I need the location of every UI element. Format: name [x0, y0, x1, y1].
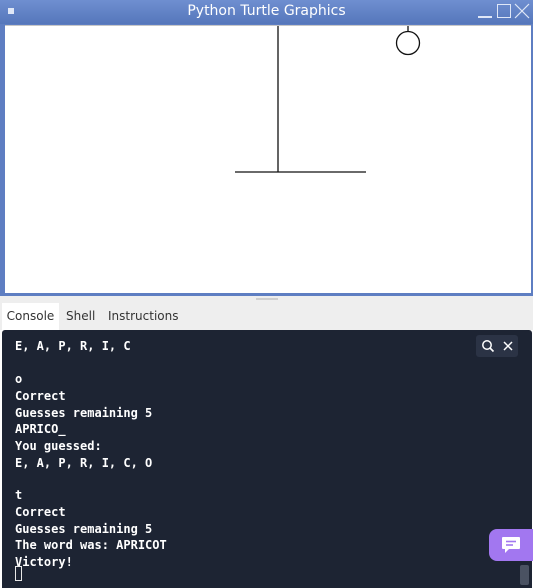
- splitter-grip[interactable]: [256, 298, 278, 300]
- hangman-head: [395, 30, 421, 56]
- panel-splitter[interactable]: [0, 296, 533, 303]
- window-titlebar[interactable]: Python Turtle Graphics: [0, 0, 533, 24]
- chat-button[interactable]: [489, 529, 533, 561]
- console-scrollbar[interactable]: [520, 565, 529, 585]
- console-input-cursor[interactable]: [15, 566, 22, 581]
- close-icon[interactable]: [502, 340, 514, 352]
- turtle-graphics-window: Python Turtle Graphics: [0, 0, 533, 296]
- console-line: The word was: APRICOT: [15, 538, 167, 552]
- console-line: Guesses remaining 5: [15, 522, 153, 536]
- console-line: o: [15, 372, 23, 386]
- tab-shell[interactable]: Shell: [66, 303, 95, 330]
- console-panel[interactable]: E, A, P, R, I, C o Correct Guesses remai…: [2, 330, 532, 588]
- console-line: Victory!: [15, 555, 73, 569]
- turtle-canvas[interactable]: [5, 25, 531, 293]
- console-line: t: [15, 488, 23, 502]
- maximize-button[interactable]: [496, 3, 512, 19]
- chat-icon: [502, 537, 520, 553]
- window-title: Python Turtle Graphics: [187, 3, 346, 19]
- console-line: Correct: [15, 505, 66, 519]
- window-close-button[interactable]: [514, 3, 530, 19]
- console-line: E, A, P, R, I, C: [15, 339, 131, 353]
- tab-console[interactable]: Console: [2, 303, 59, 330]
- minimize-button[interactable]: [477, 3, 493, 19]
- console-line: APRICO_: [15, 422, 66, 436]
- console-line: Guesses remaining 5: [15, 406, 153, 420]
- search-icon[interactable]: [481, 339, 495, 353]
- console-line: Correct: [15, 389, 66, 403]
- close-icon: [514, 3, 530, 19]
- tab-bar: Console Shell Instructions: [0, 303, 533, 330]
- console-toolbar: [476, 335, 518, 357]
- hangman-drawing: [235, 26, 421, 173]
- console-line: You guessed:: [15, 439, 102, 453]
- tab-instructions[interactable]: Instructions: [108, 303, 178, 330]
- console-line: E, A, P, R, I, C, O: [15, 456, 153, 470]
